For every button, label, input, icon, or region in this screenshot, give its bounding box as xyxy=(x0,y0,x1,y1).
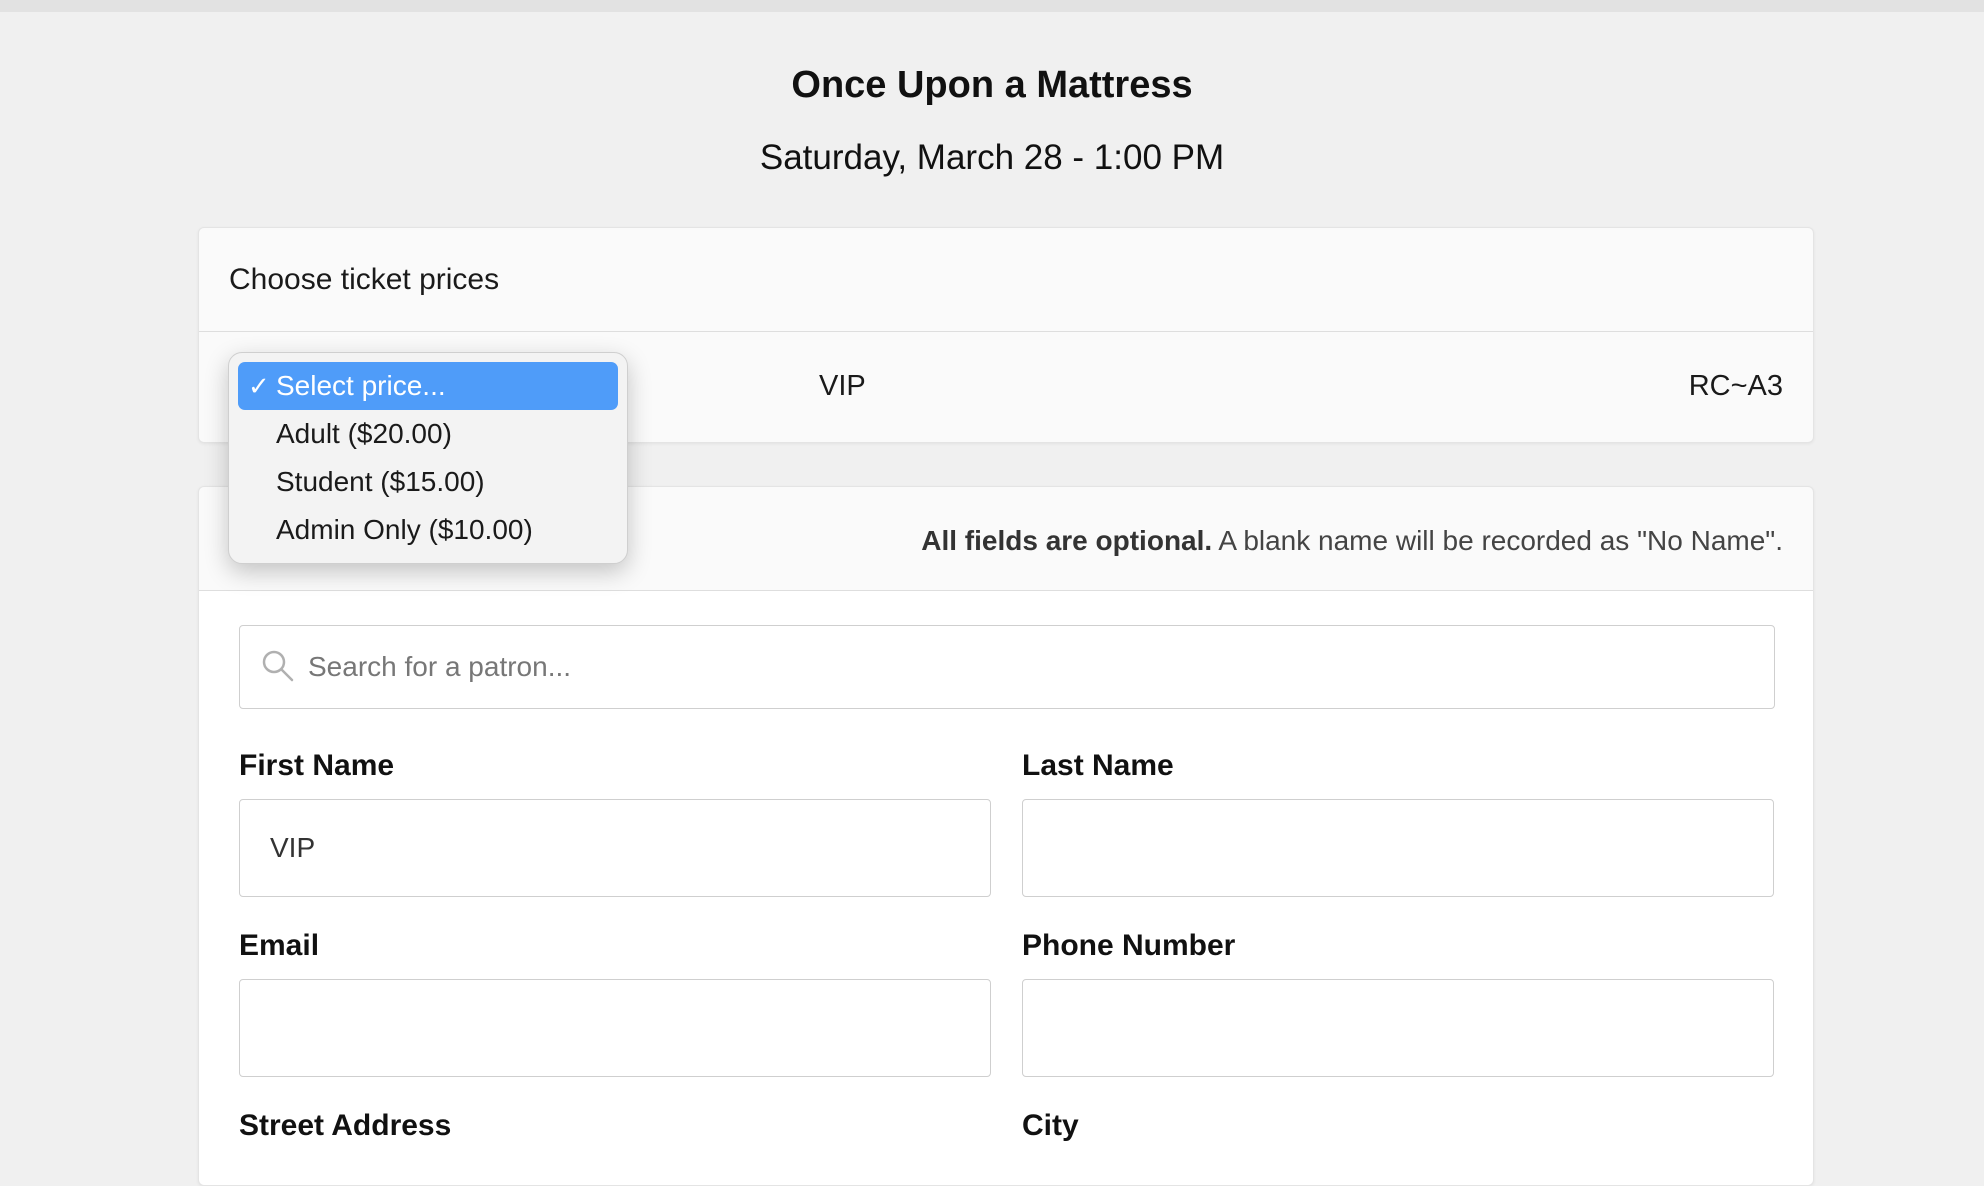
patron-info-card: All fields are optional. A blank name wi… xyxy=(198,486,1814,1186)
price-select-dropdown[interactable]: ✓ Select price... Adult ($20.00) Student… xyxy=(228,352,628,564)
ticket-prices-heading: Choose ticket prices xyxy=(199,228,1813,332)
last-name-field[interactable] xyxy=(1022,799,1774,897)
ticket-type: VIP xyxy=(819,370,866,402)
patron-search-box[interactable] xyxy=(239,625,1775,709)
price-option-label: Adult ($20.00) xyxy=(276,418,452,449)
city-label: City xyxy=(1022,1109,1079,1142)
optional-fields-note: All fields are optional. A blank name wi… xyxy=(921,525,1783,557)
checkmark-icon: ✓ xyxy=(248,371,270,401)
price-option-student[interactable]: Student ($15.00) xyxy=(238,458,618,506)
price-option-select[interactable]: ✓ Select price... xyxy=(238,362,618,410)
phone-number-label: Phone Number xyxy=(1022,929,1236,962)
first-name-field[interactable] xyxy=(239,799,991,897)
search-icon xyxy=(262,650,294,682)
optional-fields-note-text: A blank name will be recorded as "No Nam… xyxy=(1212,525,1783,556)
street-address-label: Street Address xyxy=(239,1109,452,1142)
first-name-label: First Name xyxy=(239,749,395,782)
performance-date: Saturday, March 28 - 1:00 PM xyxy=(759,138,1225,177)
price-option-admin-only[interactable]: Admin Only ($10.00) xyxy=(238,506,618,554)
email-field[interactable] xyxy=(239,979,991,1077)
page-title: Once Upon a Mattress xyxy=(791,64,1193,106)
last-name-label: Last Name xyxy=(1022,749,1174,782)
patron-form: First Name Last Name Email Phone Number … xyxy=(199,591,1813,1185)
phone-number-field[interactable] xyxy=(1022,979,1774,1077)
browser-top-edge xyxy=(0,0,1984,12)
email-label: Email xyxy=(239,929,320,962)
price-option-label: Select price... xyxy=(276,370,446,401)
price-option-label: Student ($15.00) xyxy=(276,466,485,497)
price-option-label: Admin Only ($10.00) xyxy=(276,514,533,545)
price-option-adult[interactable]: Adult ($20.00) xyxy=(238,410,618,458)
optional-fields-note-bold: All fields are optional. xyxy=(921,525,1213,556)
ticket-seat: RC~A3 xyxy=(1688,370,1783,402)
patron-search-input[interactable] xyxy=(308,626,1748,708)
